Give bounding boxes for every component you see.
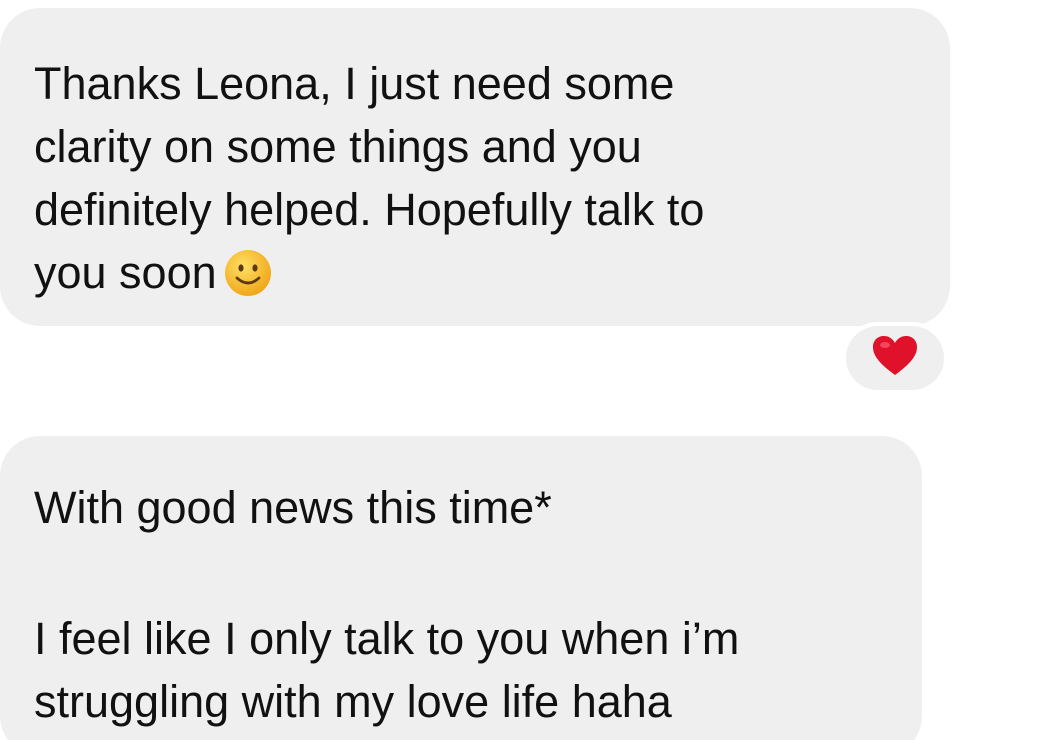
slightly-smiling-face-icon xyxy=(223,248,273,298)
message-text-fragment: you soon xyxy=(34,247,217,298)
message-thread: Thanks Leona, I just need some clarity o… xyxy=(0,0,1056,740)
message-text-line: clarity on some things and you xyxy=(34,121,642,172)
message-text-line: struggling with my love life haha xyxy=(34,676,672,727)
message-text-line: I feel like I only talk to you when i’m xyxy=(34,613,740,664)
message-text-line: Thanks Leona, I just need some xyxy=(34,58,675,109)
message-text-line-last: you soon xyxy=(34,241,910,304)
heart-reaction-badge[interactable] xyxy=(842,322,948,394)
red-heart-icon xyxy=(872,335,918,382)
received-message-bubble[interactable]: With good news this time* I feel like I … xyxy=(0,436,922,740)
message-text-line: definitely helped. Hopefully talk to xyxy=(34,184,705,235)
received-message-bubble[interactable]: Thanks Leona, I just need some clarity o… xyxy=(0,8,950,326)
message-text-line: With good news this time* xyxy=(34,482,552,533)
